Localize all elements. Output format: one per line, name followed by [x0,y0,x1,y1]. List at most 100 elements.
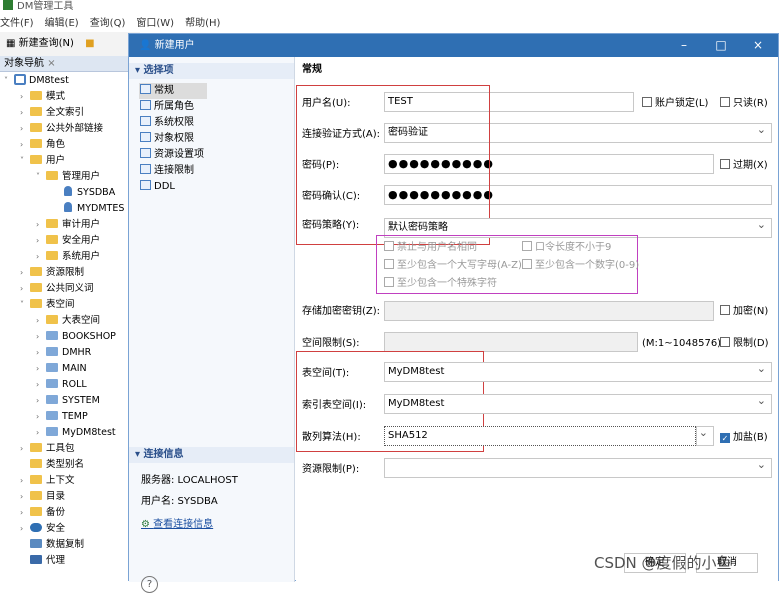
link-icon: ⚙ [141,519,154,530]
page-conn-limits[interactable]: 连接限制 [139,163,194,179]
menu-query[interactable]: 查询(Q) [90,18,126,29]
tablespace-icon [46,347,58,356]
shield-icon [30,523,42,532]
tree-item[interactable]: › 上下文 [20,473,75,489]
page-roles[interactable]: 所属角色 [139,99,194,115]
page-general[interactable]: 常规 [139,83,207,99]
tree-item[interactable]: ˅ 表空间 [20,297,75,313]
tree-item-db[interactable]: ˅ DM8test [4,73,69,89]
tablespace-select[interactable]: MyDM8test [384,362,772,382]
folder-icon [46,251,58,260]
tree-item[interactable]: › SYSTEM [36,393,100,409]
expire-checkbox[interactable]: 过期(X) [720,159,768,173]
menu-window[interactable]: 窗口(W) [136,18,174,29]
close-button[interactable]: × [741,34,775,57]
user-icon [64,202,72,212]
tree-item[interactable]: › MAIN [36,361,87,377]
menu-help[interactable]: 帮助(H) [185,18,220,29]
watermark: CSDN @度假的小鱼 [594,554,732,572]
open-icon[interactable]: ■ [85,38,94,49]
menu-edit[interactable]: 编辑(E) [45,18,79,29]
lock-checkbox[interactable]: 账户锁定(L) [642,97,708,111]
tree-item[interactable]: › 工具包 [20,441,75,457]
select-section-header[interactable]: ▾ 选择项 [129,63,294,79]
server-info: 服务器: LOCALHOST [141,475,238,486]
tree-item[interactable]: › 全文索引 [20,105,84,121]
folder-icon [30,459,42,468]
tree-item[interactable]: › 公共外部链接 [20,121,103,137]
reslimit-select[interactable] [384,458,772,478]
tree-item[interactable]: 类型别名 [20,457,84,473]
page-icon [140,148,151,158]
policy-opt-1: 禁止与用户名相同 [384,241,477,255]
tablespace-icon [46,379,58,388]
tree-item[interactable]: › ROLL [36,377,87,393]
policy-opt-5: 至少包含一个特殊字符 [384,277,497,291]
tree-item[interactable]: › 审计用户 [36,217,100,233]
user-info: 用户名: SYSDBA [141,496,218,507]
nav-tab[interactable]: 对象导航 × [0,56,135,72]
readonly-checkbox[interactable]: 只读(R) [720,97,768,111]
tree-item[interactable]: › 备份 [20,505,65,521]
app-title: DM管理工具 [17,1,74,12]
toolbar: ▦ 新建查询(N) ■ [0,32,140,56]
limit-checkbox[interactable]: 限制(D) [720,337,769,351]
tree-item[interactable]: ˅ 用户 [20,153,65,169]
hash-select[interactable]: SHA512 [384,426,696,446]
tree-item[interactable]: › 资源限制 [20,265,84,281]
conn-section-header[interactable]: ▾ 连接信息 [129,447,294,463]
close-icon[interactable]: × [47,58,55,69]
encrypt-checkbox[interactable]: 加密(N) [720,305,768,319]
folder-icon [30,123,42,132]
new-query-button[interactable]: ▦ 新建查询(N) [6,38,74,49]
page-icon [140,164,151,174]
folder-icon [30,107,42,116]
maximize-button[interactable]: □ [704,34,738,57]
page-resources[interactable]: 资源设置项 [139,147,204,163]
tree-item[interactable]: 代理 [20,553,65,569]
tree-item[interactable]: › 模式 [20,89,65,105]
page-selector: ▾ 选择项 常规 所属角色 系统权限 对象权限 资源设置项 连接限制 DDL ▾… [129,57,295,593]
new-query-icon: ▦ [6,38,19,49]
tree-item[interactable]: › MyDM8test [36,425,116,441]
tree-item[interactable]: › 公共同义词 [20,281,94,297]
help-button[interactable]: ? [141,576,158,593]
tablespace-icon [46,411,58,420]
tree-item[interactable]: › DMHR [36,345,91,361]
hash-dropdown-button[interactable] [696,426,714,446]
tree-item[interactable]: 数据复制 [20,537,84,553]
folder-icon [30,299,42,308]
space-label: 空间限制(S): [302,338,360,349]
tree-item[interactable]: SYSDBA [64,185,115,201]
folder-icon [46,171,58,180]
page-icon [140,100,151,110]
user-icon [64,186,72,196]
page-ddl[interactable]: DDL [139,179,175,195]
tree-item[interactable]: › BOOKSHOP [36,329,116,345]
tree-item[interactable]: › TEMP [36,409,88,425]
space-input [384,332,638,352]
folder-icon [30,91,42,100]
tablespace-icon [46,427,58,436]
view-conn-link[interactable]: ⚙ 查看连接信息 [141,515,213,530]
folder-icon [30,283,42,292]
tree-item[interactable]: ˅ 管理用户 [36,169,100,185]
minimize-button[interactable]: – [667,34,701,57]
folder-icon [30,475,42,484]
menu-file[interactable]: 文件(F) [0,18,34,29]
tree-item[interactable]: › 系统用户 [36,249,100,265]
page-obj-privs[interactable]: 对象权限 [139,131,194,147]
tree-item[interactable]: MYDMTES [64,201,124,217]
dialog-title: 新建用户 [154,40,195,51]
tree-item[interactable]: › 安全用户 [36,233,100,249]
folder-icon [30,139,42,148]
tree-item[interactable]: › 目录 [20,489,65,505]
tree-item[interactable]: › 安全 [20,521,65,537]
storekey-input [384,301,714,321]
folder-icon [30,155,42,164]
tree-item[interactable]: › 角色 [20,137,65,153]
idxspace-select[interactable]: MyDM8test [384,394,772,414]
salt-checkbox[interactable]: ✓ 加盐(B) [720,431,768,445]
tree-item[interactable]: › 大表空间 [36,313,100,329]
page-sys-privs[interactable]: 系统权限 [139,115,194,131]
